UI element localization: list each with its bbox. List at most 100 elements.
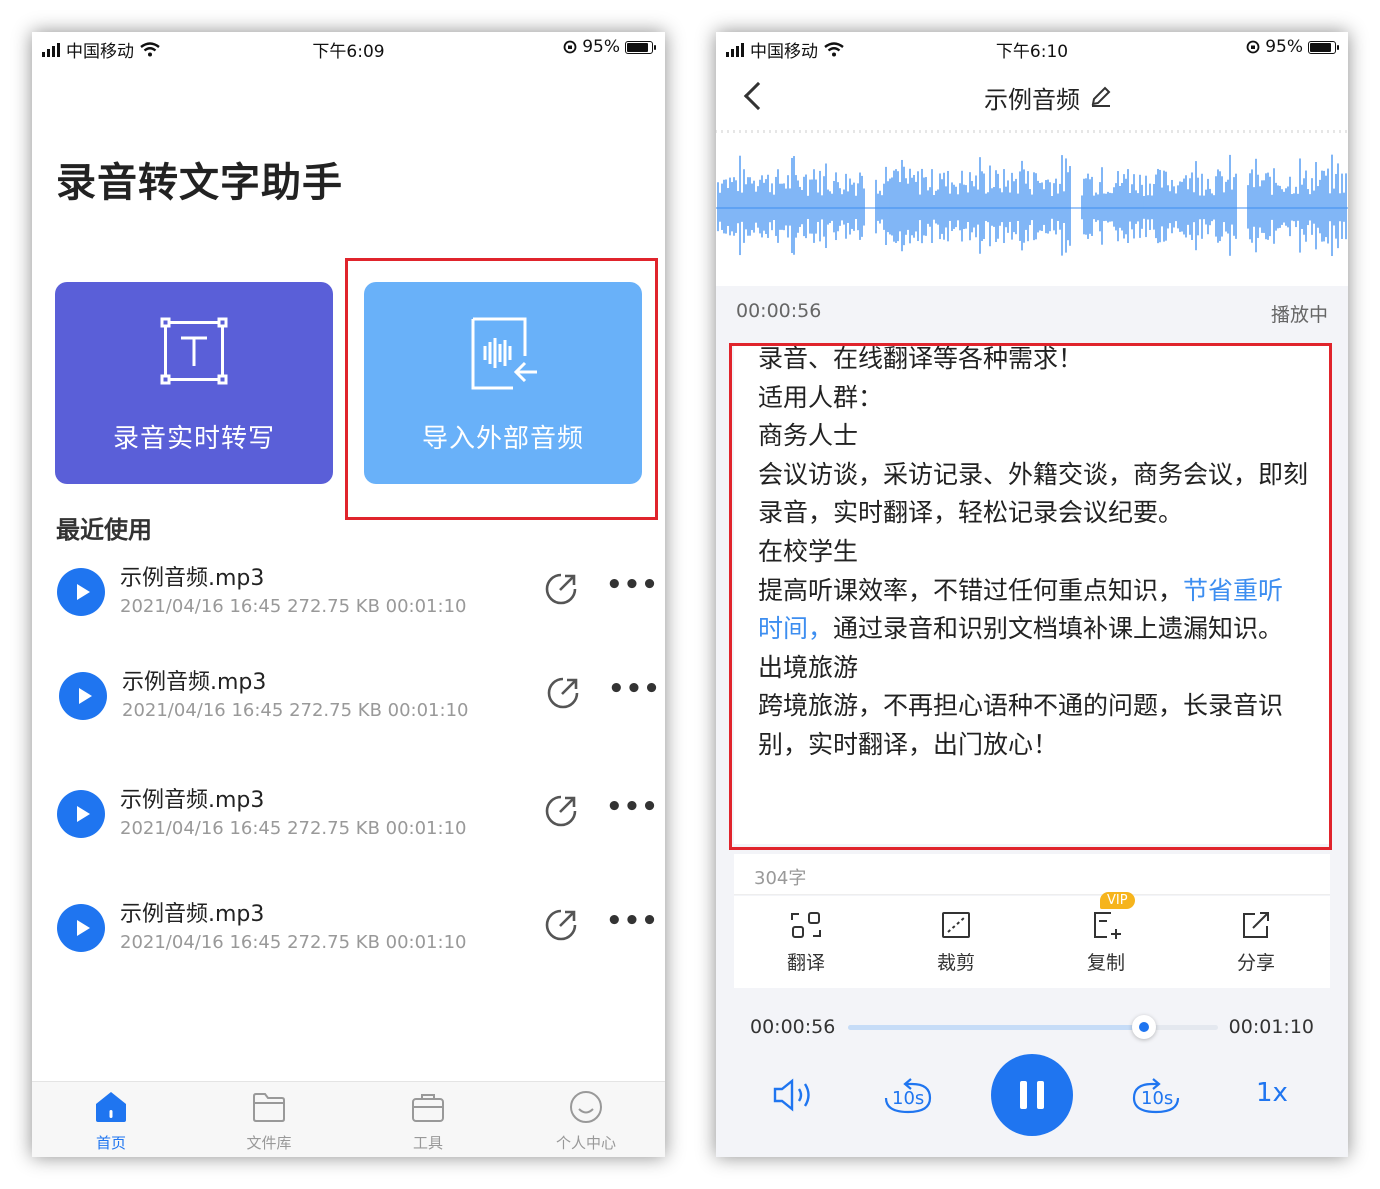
recent-section-title: 最近使用 — [56, 516, 152, 544]
char-count-row: 304字 — [734, 854, 1330, 895]
realtime-transcribe-card[interactable]: 录音实时转写 — [55, 282, 333, 484]
progress-knob[interactable] — [1132, 1015, 1156, 1039]
file-name: 示例音频.mp3 — [120, 566, 265, 591]
copy-button[interactable]: 复制 — [1056, 910, 1156, 975]
realtime-transcribe-label: 录音实时转写 — [112, 424, 275, 454]
elapsed-time: 00:00:56 — [736, 300, 822, 322]
list-item[interactable]: 示例音频.mp3 2021/04/16 16:45 272.75 KB 00:0… — [32, 780, 665, 860]
transcript-line: 商务人士 — [758, 421, 859, 451]
rewind-label: 10s — [892, 1088, 925, 1109]
export-icon[interactable] — [546, 676, 580, 710]
rewind-10s-button[interactable]: 10s — [882, 1076, 934, 1116]
crop-label: 裁剪 — [936, 952, 975, 974]
status-bar: 中国移动 下午6:10 95% — [716, 32, 1348, 62]
bottom-tab-bar: 首页 文件库 工具 个人中心 — [32, 1081, 665, 1157]
transcript-line: 跨境旅游，不再担心语种不通的问题，长录音识别，实时翻译，出门放心！ — [758, 691, 1284, 759]
play-button[interactable] — [57, 790, 105, 838]
list-item[interactable]: 示例音频.mp3 2021/04/16 16:45 272.75 KB 00:0… — [32, 894, 665, 974]
orientation-lock-icon — [563, 40, 577, 54]
more-icon[interactable]: ••• — [606, 906, 659, 936]
play-state-label: 播放中 — [1270, 304, 1328, 326]
speed-button[interactable]: 1x — [1256, 1078, 1288, 1108]
tab-files[interactable]: 文件库 — [214, 1090, 324, 1153]
copy-label: 复制 — [1086, 952, 1125, 974]
progress-fill — [848, 1025, 1144, 1030]
progress-row: 00:00:56 00:01:10 — [716, 1012, 1348, 1042]
tab-tools[interactable]: 工具 — [373, 1090, 483, 1153]
tab-tools-label: 工具 — [412, 1134, 443, 1152]
pause-button[interactable] — [991, 1054, 1073, 1136]
transcript-line: 在校学生 — [758, 536, 859, 566]
playback-status-row: 00:00:56 播放中 — [736, 300, 1328, 326]
copy-icon — [1094, 912, 1121, 939]
forward-label: 10s — [1141, 1088, 1174, 1109]
transcript-segment: 通过录音和识别文档填补课上遗漏知识。 — [833, 614, 1284, 644]
import-audio-card[interactable]: 导入外部音频 — [364, 282, 642, 484]
action-toolbar: 翻译 裁剪 复制 VIP 分享 — [734, 892, 1330, 988]
current-time: 00:00:56 — [750, 1016, 836, 1038]
play-button[interactable] — [57, 568, 105, 616]
more-icon[interactable]: ••• — [608, 674, 661, 704]
vip-badge: VIP — [1100, 892, 1135, 909]
page-title: 示例音频 — [984, 86, 1080, 114]
text-recognition-icon — [160, 317, 228, 385]
crop-button[interactable]: 裁剪 — [906, 910, 1006, 975]
volume-icon[interactable] — [772, 1078, 816, 1112]
nav-bar: 示例音频 — [716, 62, 1348, 130]
more-icon[interactable]: ••• — [606, 570, 659, 600]
home-icon — [96, 1092, 126, 1122]
edit-icon[interactable] — [1089, 84, 1113, 108]
tab-home[interactable]: 首页 — [56, 1090, 166, 1153]
list-item[interactable]: 示例音频.mp3 2021/04/16 16:45 272.75 KB 00:0… — [32, 558, 665, 638]
progress-slider[interactable] — [848, 1015, 1218, 1039]
more-icon[interactable]: ••• — [606, 792, 659, 822]
transcript-line: 出境旅游 — [758, 652, 859, 682]
export-icon[interactable] — [544, 908, 578, 942]
translate-label: 翻译 — [786, 952, 825, 974]
folder-icon — [253, 1093, 285, 1122]
share-icon — [1243, 912, 1269, 938]
forward-10s-button[interactable]: 10s — [1130, 1076, 1182, 1116]
play-button[interactable] — [57, 904, 105, 952]
orientation-lock-icon — [1246, 40, 1260, 54]
file-meta: 2021/04/16 16:45 272.75 KB 00:01:10 — [120, 596, 467, 617]
file-name: 示例音频.mp3 — [120, 788, 265, 813]
file-meta: 2021/04/16 16:45 272.75 KB 00:01:10 — [120, 932, 467, 953]
profile-icon — [570, 1091, 602, 1123]
import-audio-label: 导入外部音频 — [421, 424, 584, 454]
crop-icon — [942, 912, 970, 938]
tab-home-label: 首页 — [95, 1134, 126, 1152]
status-bar: 中国移动 下午6:09 95% — [32, 32, 665, 62]
transcript-panel[interactable]: 录音、在线翻译等各种需求！ 适用人群： 商务人士 会议访谈，采访记录、外籍交谈，… — [734, 344, 1330, 844]
battery-percent: 95% — [582, 37, 620, 57]
export-icon[interactable] — [544, 794, 578, 828]
battery-percent: 95% — [1265, 37, 1303, 57]
export-icon[interactable] — [544, 572, 578, 606]
transcript-line: 录音、在线翻译等各种需求！ — [758, 344, 1084, 373]
char-count: 304字 — [754, 868, 807, 889]
app-title: 录音转文字助手 — [56, 160, 343, 206]
playback-controls: 10s 10s 1x — [716, 1052, 1348, 1142]
share-label: 分享 — [1236, 952, 1275, 974]
transcript-line: 适用人群： — [758, 382, 884, 412]
battery-icon — [1308, 40, 1339, 54]
transcript-line: 提高听课效率，不错过任何重点知识，节省重听时间，通过录音和识别文档填补课上遗漏知… — [758, 572, 1308, 649]
translate-button[interactable]: 翻译 — [756, 910, 856, 975]
file-meta: 2021/04/16 16:45 272.75 KB 00:01:10 — [120, 818, 467, 839]
home-screen: 中国移动 下午6:09 95% 录音转文字助手 录音实时转写 导入外部音频 最近… — [32, 32, 665, 1157]
import-audio-icon — [471, 317, 537, 390]
tab-profile[interactable]: 个人中心 — [531, 1090, 641, 1153]
total-time: 00:01:10 — [1228, 1016, 1314, 1038]
transcript-segment: 提高听课效率，不错过任何重点知识， — [758, 575, 1184, 605]
toolbox-icon — [412, 1094, 444, 1122]
waveform-panel[interactable] — [716, 130, 1348, 286]
play-button[interactable] — [59, 672, 107, 720]
tab-files-label: 文件库 — [246, 1134, 292, 1152]
file-name: 示例音频.mp3 — [120, 902, 265, 927]
tab-profile-label: 个人中心 — [555, 1134, 616, 1152]
share-button[interactable]: 分享 — [1206, 910, 1306, 975]
battery-icon — [625, 40, 656, 54]
file-meta: 2021/04/16 16:45 272.75 KB 00:01:10 — [122, 700, 469, 721]
audio-waveform[interactable] — [716, 130, 1348, 286]
list-item[interactable]: 示例音频.mp3 2021/04/16 16:45 272.75 KB 00:0… — [32, 662, 665, 742]
